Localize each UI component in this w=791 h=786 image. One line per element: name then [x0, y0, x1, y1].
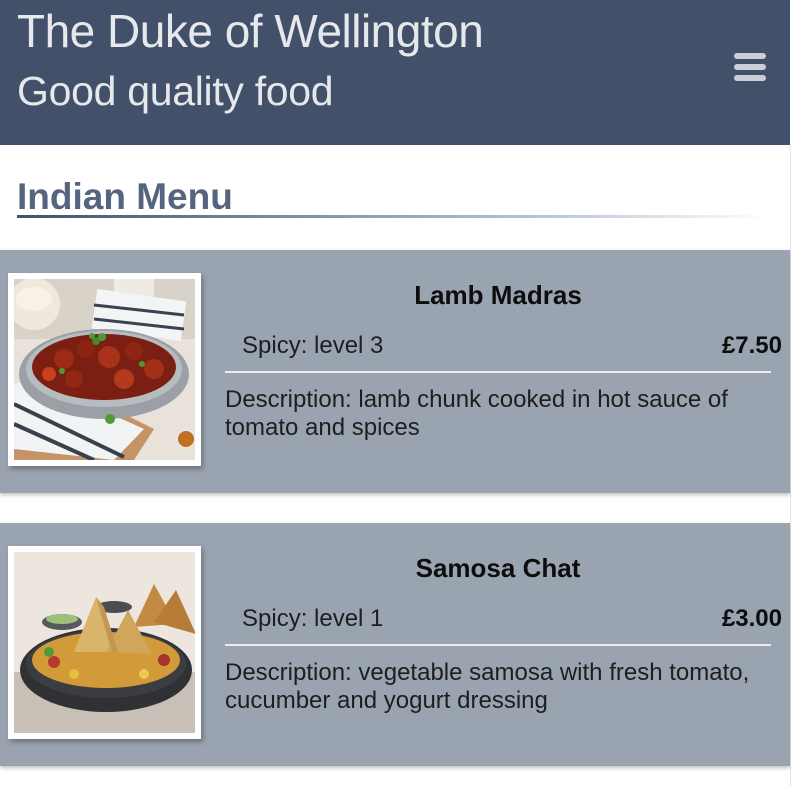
hamburger-bar [734, 53, 766, 59]
site-header: The Duke of Wellington Good quality food [0, 0, 790, 145]
card-divider [225, 644, 771, 646]
hamburger-bar [734, 75, 766, 81]
site-tagline: Good quality food [17, 68, 334, 114]
dish-price: £7.50 [721, 332, 782, 359]
section-title: Indian Menu [17, 176, 233, 217]
hamburger-bar [734, 64, 766, 70]
section-underline [17, 215, 772, 218]
dish-photo-frame[interactable] [8, 546, 201, 739]
site-title[interactable]: The Duke of Wellington [17, 4, 484, 58]
lamb-madras-photo [14, 279, 195, 460]
dish-name: Samosa Chat [415, 553, 581, 583]
dish-photo-frame[interactable] [8, 273, 201, 466]
spicy-level: Spicy: level 1 [242, 605, 384, 632]
hamburger-menu-icon[interactable] [734, 53, 766, 81]
spicy-level: Spicy: level 3 [242, 332, 384, 359]
dish-price: £3.00 [721, 605, 782, 632]
samosa-chat-photo [14, 552, 195, 733]
dish-name: Lamb Madras [414, 280, 582, 310]
dish-description: Description: vegetable samosa with fresh… [225, 659, 750, 714]
dish-description: Description: lamb chunk cooked in hot sa… [225, 386, 728, 441]
card-divider [225, 371, 771, 373]
menu-item-card[interactable]: Lamb Madras Spicy: level 3 £7.50 Descrip… [0, 250, 790, 493]
menu-item-card[interactable]: Samosa Chat Spicy: level 1 £3.00 Descrip… [0, 523, 790, 766]
